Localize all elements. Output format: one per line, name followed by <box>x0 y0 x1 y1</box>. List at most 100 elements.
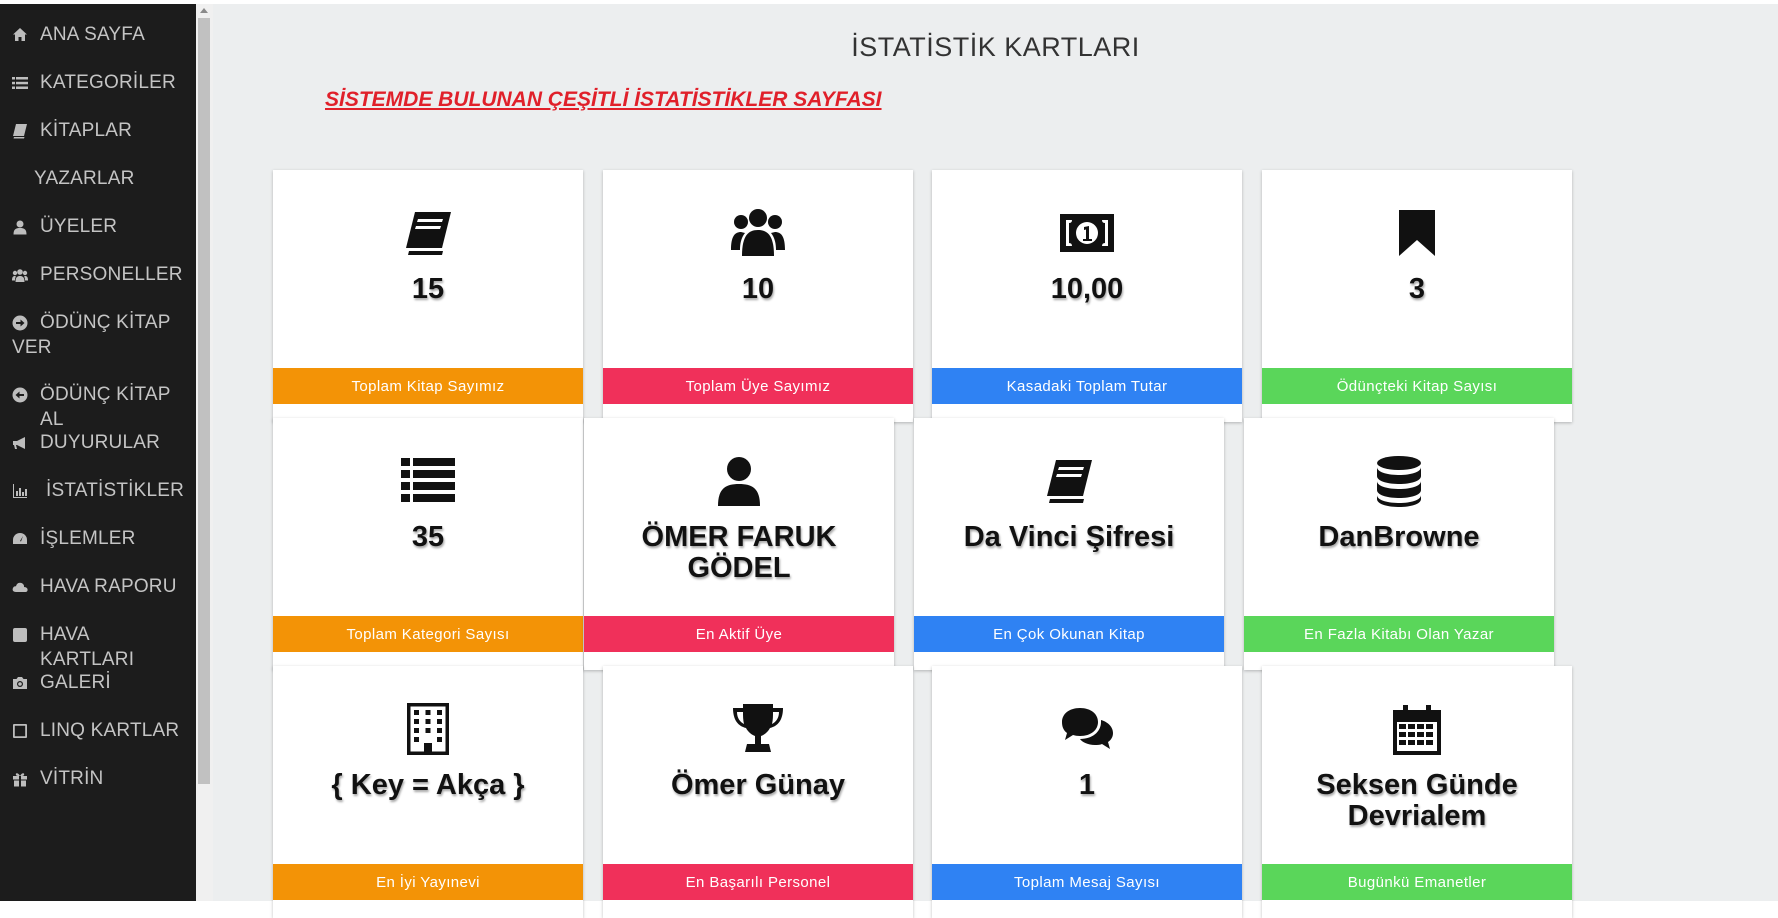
stat-card-best-staff: Ömer Günay En Başarılı Personel <box>603 666 913 918</box>
stat-label: En Aktif Üye <box>584 616 894 652</box>
square-outline-icon <box>12 718 32 743</box>
sidebar-item-vitrin[interactable]: VİTRİN <box>12 766 188 791</box>
sidebar-item-galeri[interactable]: GALERİ <box>12 670 188 695</box>
stat-card-best-publisher: { Key = Akça } En İyi Yayınevi <box>273 666 583 918</box>
sidebar-item-linq-kartlar[interactable]: LINQ KARTLAR <box>12 718 188 743</box>
sidebar-item-uyeler[interactable]: ÜYELER <box>12 214 188 239</box>
user-icon <box>12 214 32 239</box>
stat-value: DanBrowne <box>1318 521 1480 553</box>
stat-label: Toplam Mesaj Sayısı <box>932 864 1242 900</box>
stat-value: Da Vinci Şifresi <box>963 521 1175 553</box>
sidebar-item-hava-kartlari[interactable]: HAVA KARTLARI <box>12 622 188 672</box>
sidebar-item-label: ÖDÜNÇ KİTAP VER <box>12 312 171 358</box>
sidebar-item-label: ANA SAYFA <box>40 24 145 45</box>
stat-card-today-loans: Seksen Günde Devrialem Bugünkü Emanetler <box>1262 666 1572 918</box>
money-icon <box>932 206 1242 260</box>
stat-label: Toplam Üye Sayımız <box>603 368 913 404</box>
sidebar-item-hava-raporu[interactable]: HAVA RAPORU <box>12 574 188 599</box>
stat-value: 10,00 <box>1050 273 1124 305</box>
sidebar-item-label: YAZARLAR <box>34 168 135 189</box>
sidebar-item-label: KİTAPLAR <box>40 120 133 141</box>
stat-card-total-categories: 35 Toplam Kategori Sayısı <box>273 418 583 670</box>
stat-card-total-books: 15 Toplam Kitap Sayımız <box>273 170 583 422</box>
sidebar-item-islemler[interactable]: İŞLEMLER <box>12 526 188 551</box>
stat-label: Toplam Kategori Sayısı <box>273 616 583 652</box>
stat-card-total-members: 10 Toplam Üye Sayımız <box>603 170 913 422</box>
sidebar-item-label: DUYURULAR <box>40 432 161 453</box>
book-icon <box>914 454 1224 508</box>
stat-card-cash-total: 10,00 Kasadaki Toplam Tutar <box>932 170 1242 422</box>
cloud-icon <box>12 574 32 599</box>
stat-card-most-read-book: Da Vinci Şifresi En Çok Okunan Kitap <box>914 418 1224 670</box>
list-icon <box>12 70 32 95</box>
stat-label: En İyi Yayınevi <box>273 864 583 900</box>
stat-label: En Başarılı Personel <box>603 864 913 900</box>
gift-icon <box>12 766 32 791</box>
stat-value: 35 <box>411 521 445 553</box>
sidebar-item-label: ÖDÜNÇ KİTAP AL <box>40 384 171 430</box>
stat-label: Bugünkü Emanetler <box>1262 864 1572 900</box>
arrow-circle-left-icon <box>12 382 32 407</box>
database-icon <box>1244 454 1554 508</box>
stat-value: ÖMER FARUK GÖDEL <box>641 521 837 584</box>
sidebar-item-label: HAVA KARTLARI <box>40 624 135 670</box>
sidebar-item-odunc-kitap-al[interactable]: ÖDÜNÇ KİTAP AL <box>12 382 188 432</box>
stat-value: 15 <box>411 273 445 305</box>
comments-icon <box>932 702 1242 756</box>
main-content: İSTATİSTİK KARTLARI SİSTEMDE BULUNAN ÇEŞ… <box>213 4 1778 918</box>
stat-value: 3 <box>1408 273 1426 305</box>
sidebar-item-label: İSTATİSTİKLER <box>46 480 185 501</box>
stat-label: En Fazla Kitabı Olan Yazar <box>1244 616 1554 652</box>
stat-value: 10 <box>741 273 775 305</box>
bar-chart-icon <box>12 478 32 503</box>
stat-value: Ömer Günay <box>670 769 846 801</box>
stat-card-most-active-member: ÖMER FARUK GÖDEL En Aktif Üye <box>584 418 894 670</box>
sidebar-item-duyurular[interactable]: DUYURULAR <box>12 430 188 455</box>
sidebar-item-ana-sayfa[interactable]: ANA SAYFA <box>12 22 188 47</box>
trophy-icon <box>603 702 913 756</box>
bookmark-icon <box>1262 206 1572 260</box>
sidebar-item-label: İŞLEMLER <box>40 528 136 549</box>
sidebar-item-kitaplar[interactable]: KİTAPLAR <box>12 118 188 143</box>
sidebar-item-istatistikler[interactable]: İSTATİSTİKLER <box>12 478 188 503</box>
users-icon <box>603 206 913 260</box>
sidebar-item-kategoriler[interactable]: KATEGORİLER <box>12 70 188 95</box>
home-icon <box>12 22 32 47</box>
stat-value: 1 <box>1078 769 1096 801</box>
book-icon <box>12 118 32 143</box>
stat-card-total-messages: 1 Toplam Mesaj Sayısı <box>932 666 1242 918</box>
sidebar-item-label: PERSONELLER <box>40 264 183 285</box>
sidebar-item-label: HAVA RAPORU <box>40 576 177 597</box>
sidebar-item-personeller[interactable]: PERSONELLER <box>12 262 188 287</box>
calendar-icon <box>1262 702 1572 756</box>
arrow-circle-right-icon <box>12 310 32 335</box>
square-icon <box>12 622 32 647</box>
stat-card-borrowed-books: 3 Ödünçteki Kitap Sayısı <box>1262 170 1572 422</box>
page-title: İSTATİSTİK KARTLARI <box>851 32 1140 62</box>
page-subtitle: SİSTEMDE BULUNAN ÇEŞİTLİ İSTATİSTİKLER S… <box>325 88 882 111</box>
stat-value: Seksen Günde Devrialem <box>1316 769 1518 832</box>
stat-label: Ödünçteki Kitap Sayısı <box>1262 368 1572 404</box>
stat-label: Kasadaki Toplam Tutar <box>932 368 1242 404</box>
dashboard-icon <box>12 526 32 551</box>
stat-label: Toplam Kitap Sayımız <box>273 368 583 404</box>
stat-card-top-author: DanBrowne En Fazla Kitabı Olan Yazar <box>1244 418 1554 670</box>
users-icon <box>12 262 32 287</box>
bullhorn-icon <box>12 430 32 455</box>
scrollbar-thumb[interactable] <box>198 18 210 784</box>
camera-icon <box>12 670 32 695</box>
user-icon <box>584 454 894 508</box>
sidebar-item-label: KATEGORİLER <box>40 72 176 93</box>
sidebar-item-odunc-kitap-ver[interactable]: ÖDÜNÇ KİTAP VER <box>12 310 188 360</box>
sidebar-item-yazarlar[interactable]: YAZARLAR <box>34 166 196 191</box>
sidebar-item-label: ÜYELER <box>40 216 118 237</box>
sidebar: ANA SAYFA KATEGORİLER KİTAPLAR YAZARLAR … <box>0 4 196 901</box>
book-icon <box>273 206 583 260</box>
list-icon <box>273 454 583 508</box>
sidebar-item-label: GALERİ <box>40 672 111 693</box>
sidebar-scrollbar[interactable] <box>196 4 213 901</box>
sidebar-item-label: LINQ KARTLAR <box>40 720 180 741</box>
scroll-up-arrow-icon[interactable] <box>200 8 208 13</box>
stat-value: { Key = Akça } <box>331 769 525 801</box>
sidebar-item-label: VİTRİN <box>40 768 104 789</box>
